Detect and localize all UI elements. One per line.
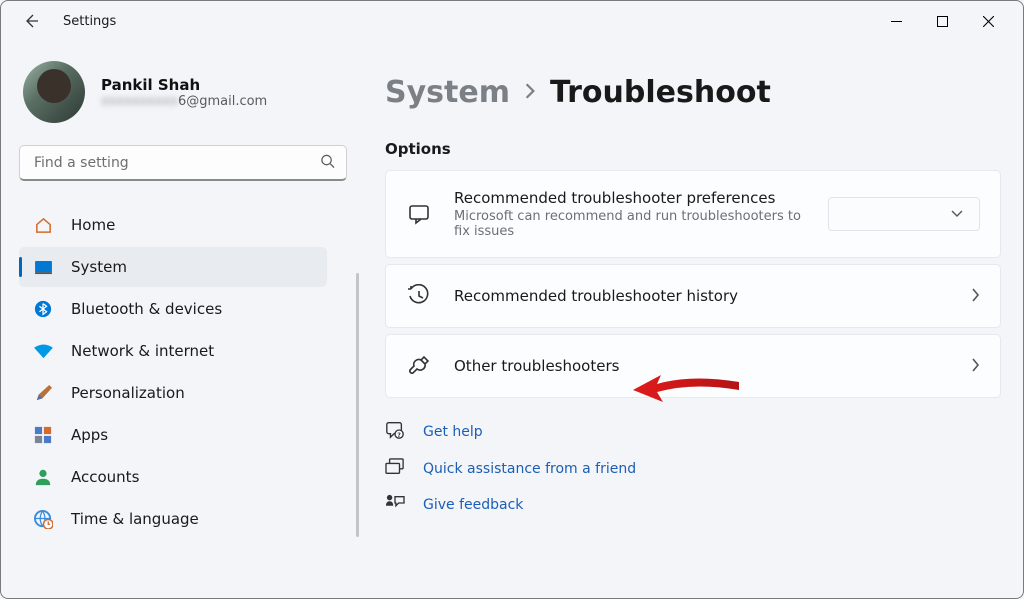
card-title: Other troubleshooters xyxy=(454,357,949,375)
sidebar: Pankil Shah xxxxxxxxxx6@gmail.com Home S… xyxy=(1,41,363,598)
search-icon xyxy=(320,154,335,173)
maximize-icon xyxy=(937,16,948,27)
sidebar-item-label: Network & internet xyxy=(71,342,214,360)
sidebar-item-accounts[interactable]: Accounts xyxy=(19,457,327,497)
sidebar-item-label: Apps xyxy=(71,426,108,444)
sidebar-item-label: Accounts xyxy=(71,468,139,486)
sidebar-item-label: System xyxy=(71,258,127,276)
chevron-right-icon xyxy=(971,287,980,306)
sidebar-item-label: Bluetooth & devices xyxy=(71,300,222,318)
system-icon xyxy=(33,257,53,277)
breadcrumb-parent[interactable]: System xyxy=(385,75,510,110)
wrench-icon xyxy=(406,353,432,379)
preferences-dropdown[interactable] xyxy=(828,197,980,231)
arrow-left-icon xyxy=(23,13,39,29)
minimize-icon xyxy=(891,16,902,27)
card-title: Recommended troubleshooter preferences xyxy=(454,189,806,207)
nav: Home System Bluetooth & devices Network … xyxy=(19,205,347,539)
avatar xyxy=(23,61,85,123)
sidebar-item-personalization[interactable]: Personalization xyxy=(19,373,327,413)
link-give-feedback[interactable]: Give feedback xyxy=(385,494,1001,516)
apps-icon xyxy=(33,425,53,445)
sidebar-item-home[interactable]: Home xyxy=(19,205,327,245)
link-quick-assist[interactable]: Quick assistance from a friend xyxy=(385,458,1001,480)
titlebar: Settings xyxy=(1,1,1023,41)
main-content: System Troubleshoot Options Recommended … xyxy=(363,41,1023,598)
card-troubleshooter-preferences[interactable]: Recommended troubleshooter preferences M… xyxy=(385,170,1001,258)
link-get-help[interactable]: ? Get help xyxy=(385,420,1001,444)
back-button[interactable] xyxy=(21,11,41,31)
sidebar-scrollbar[interactable] xyxy=(356,273,359,537)
help-link-text: Get help xyxy=(423,424,483,440)
card-other-troubleshooters[interactable]: Other troubleshooters xyxy=(385,334,1001,398)
page-title: Troubleshoot xyxy=(550,75,771,110)
help-link-text: Quick assistance from a friend xyxy=(423,461,636,477)
globe-clock-icon xyxy=(33,509,53,529)
search-input[interactable] xyxy=(19,145,347,181)
minimize-button[interactable] xyxy=(873,5,919,37)
card-troubleshooter-history[interactable]: Recommended troubleshooter history xyxy=(385,264,1001,328)
feedback-icon xyxy=(385,494,407,516)
sidebar-item-label: Personalization xyxy=(71,384,185,402)
person-icon xyxy=(33,467,53,487)
chat-bubble-icon xyxy=(406,201,432,227)
chevron-right-icon xyxy=(524,81,536,105)
help-links: ? Get help Quick assistance from a frien… xyxy=(385,420,1001,516)
card-subtitle: Microsoft can recommend and run troubles… xyxy=(454,209,806,239)
close-button[interactable] xyxy=(965,5,1011,37)
app-title: Settings xyxy=(63,14,116,29)
maximize-button[interactable] xyxy=(919,5,965,37)
breadcrumb: System Troubleshoot xyxy=(385,75,1001,110)
search-container xyxy=(19,145,347,181)
profile-block[interactable]: Pankil Shah xxxxxxxxxx6@gmail.com xyxy=(19,61,347,123)
brush-icon xyxy=(33,383,53,403)
sidebar-item-network[interactable]: Network & internet xyxy=(19,331,327,371)
profile-email: xxxxxxxxxx6@gmail.com xyxy=(101,94,267,109)
sidebar-item-apps[interactable]: Apps xyxy=(19,415,327,455)
help-icon: ? xyxy=(385,420,407,444)
section-label: Options xyxy=(385,140,1001,158)
quick-assist-icon xyxy=(385,458,407,480)
sidebar-item-system[interactable]: System xyxy=(19,247,327,287)
sidebar-item-bluetooth[interactable]: Bluetooth & devices xyxy=(19,289,327,329)
chevron-down-icon xyxy=(951,210,963,218)
close-icon xyxy=(983,16,994,27)
wifi-icon xyxy=(33,341,53,361)
help-link-text: Give feedback xyxy=(423,497,523,513)
home-icon xyxy=(33,215,53,235)
sidebar-item-time[interactable]: Time & language xyxy=(19,499,327,539)
chevron-right-icon xyxy=(971,357,980,376)
profile-name: Pankil Shah xyxy=(101,76,267,94)
sidebar-item-label: Time & language xyxy=(71,510,199,528)
history-icon xyxy=(406,283,432,309)
sidebar-item-label: Home xyxy=(71,216,115,234)
bluetooth-icon xyxy=(33,299,53,319)
svg-text:?: ? xyxy=(397,432,401,439)
card-title: Recommended troubleshooter history xyxy=(454,287,949,305)
